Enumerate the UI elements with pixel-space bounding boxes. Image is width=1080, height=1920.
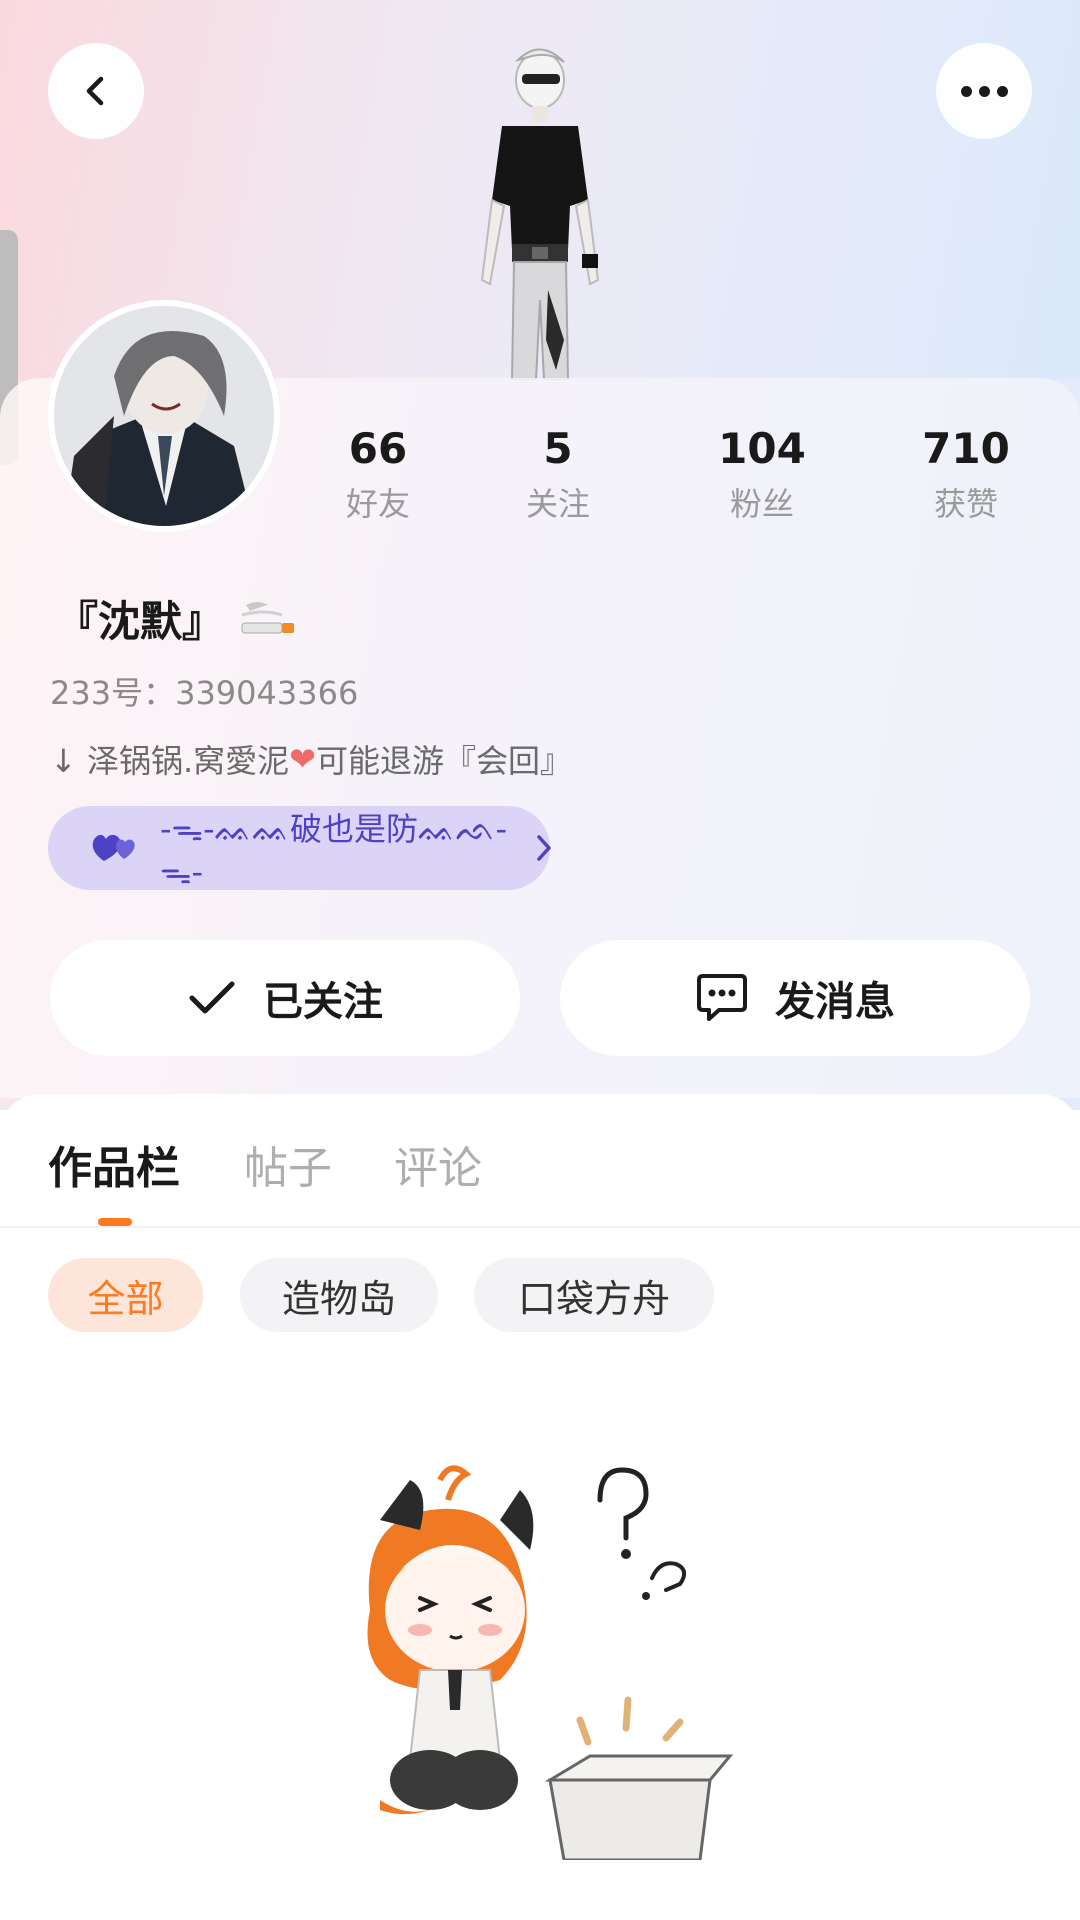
send-message-label: 发消息 (775, 979, 895, 1025)
stat-fans-label: 粉丝 (729, 485, 794, 523)
tag-text: -ᯓ-ᨐᨐ破也是防ᨐᨒ-ᯓ- (159, 809, 508, 891)
stat-following-value: 5 (543, 424, 573, 473)
cigarette-icon (241, 601, 295, 633)
empty-state-illustration (367, 1465, 734, 1860)
more-options-button[interactable] (936, 43, 1032, 139)
send-message-button[interactable]: 发消息 (560, 940, 1030, 1056)
bio: ↓ 泽锅锅.窝愛泥 ❤ 可能退游『会回』 (50, 736, 572, 782)
chat-bubble-icon (697, 974, 747, 1021)
chevron-left-icon (86, 76, 104, 106)
stat-following[interactable]: 5 关注 (478, 420, 638, 526)
check-icon (189, 981, 235, 1014)
more-horizontal-icon (960, 85, 1008, 97)
filter-pocket-ark[interactable]: 口袋方舟 (474, 1258, 714, 1332)
tab-posts[interactable]: 帖子 (244, 1132, 332, 1196)
stat-likes-value: 710 (922, 424, 1010, 473)
stat-friends-value: 66 (348, 424, 408, 473)
tab-comments[interactable]: 评论 (394, 1132, 482, 1196)
stat-fans[interactable]: 104 粉丝 (682, 420, 842, 526)
stat-likes[interactable]: 710 获赞 (886, 420, 1046, 526)
avatar-image (54, 306, 274, 526)
tab-works[interactable]: 作品栏 (48, 1132, 180, 1196)
bio-prefix: ↓ 泽锅锅.窝愛泥 (50, 742, 290, 780)
followed-button[interactable]: 已关注 (50, 940, 520, 1056)
stat-friends[interactable]: 66 好友 (298, 420, 458, 526)
chevron-right-icon (537, 835, 551, 861)
avatar[interactable] (48, 300, 280, 532)
stat-likes-label: 获赞 (933, 485, 998, 523)
tabs-divider (0, 1226, 1080, 1228)
profile-tag-chip[interactable]: -ᯓ-ᨐᨐ破也是防ᨐᨒ-ᯓ- (48, 806, 551, 891)
nickname-row: 『沈默』 (56, 588, 298, 649)
purple-hearts-icon (92, 834, 135, 861)
user-id: 233号：339043366 (50, 674, 359, 712)
stat-friends-label: 好友 (345, 485, 410, 523)
back-button[interactable] (48, 43, 144, 139)
tab-active-indicator (98, 1218, 132, 1226)
followed-label: 已关注 (263, 979, 383, 1025)
bio-suffix: 可能退游『会回』 (315, 742, 572, 780)
nickname: 『沈默』 (56, 597, 225, 646)
filter-creation-island[interactable]: 造物岛 (240, 1258, 438, 1332)
stat-following-label: 关注 (525, 485, 590, 523)
stat-fans-value: 104 (718, 424, 806, 473)
avatar-character-figure (480, 48, 600, 380)
heart-icon: ❤ (289, 740, 316, 778)
filter-all[interactable]: 全部 (48, 1258, 203, 1332)
